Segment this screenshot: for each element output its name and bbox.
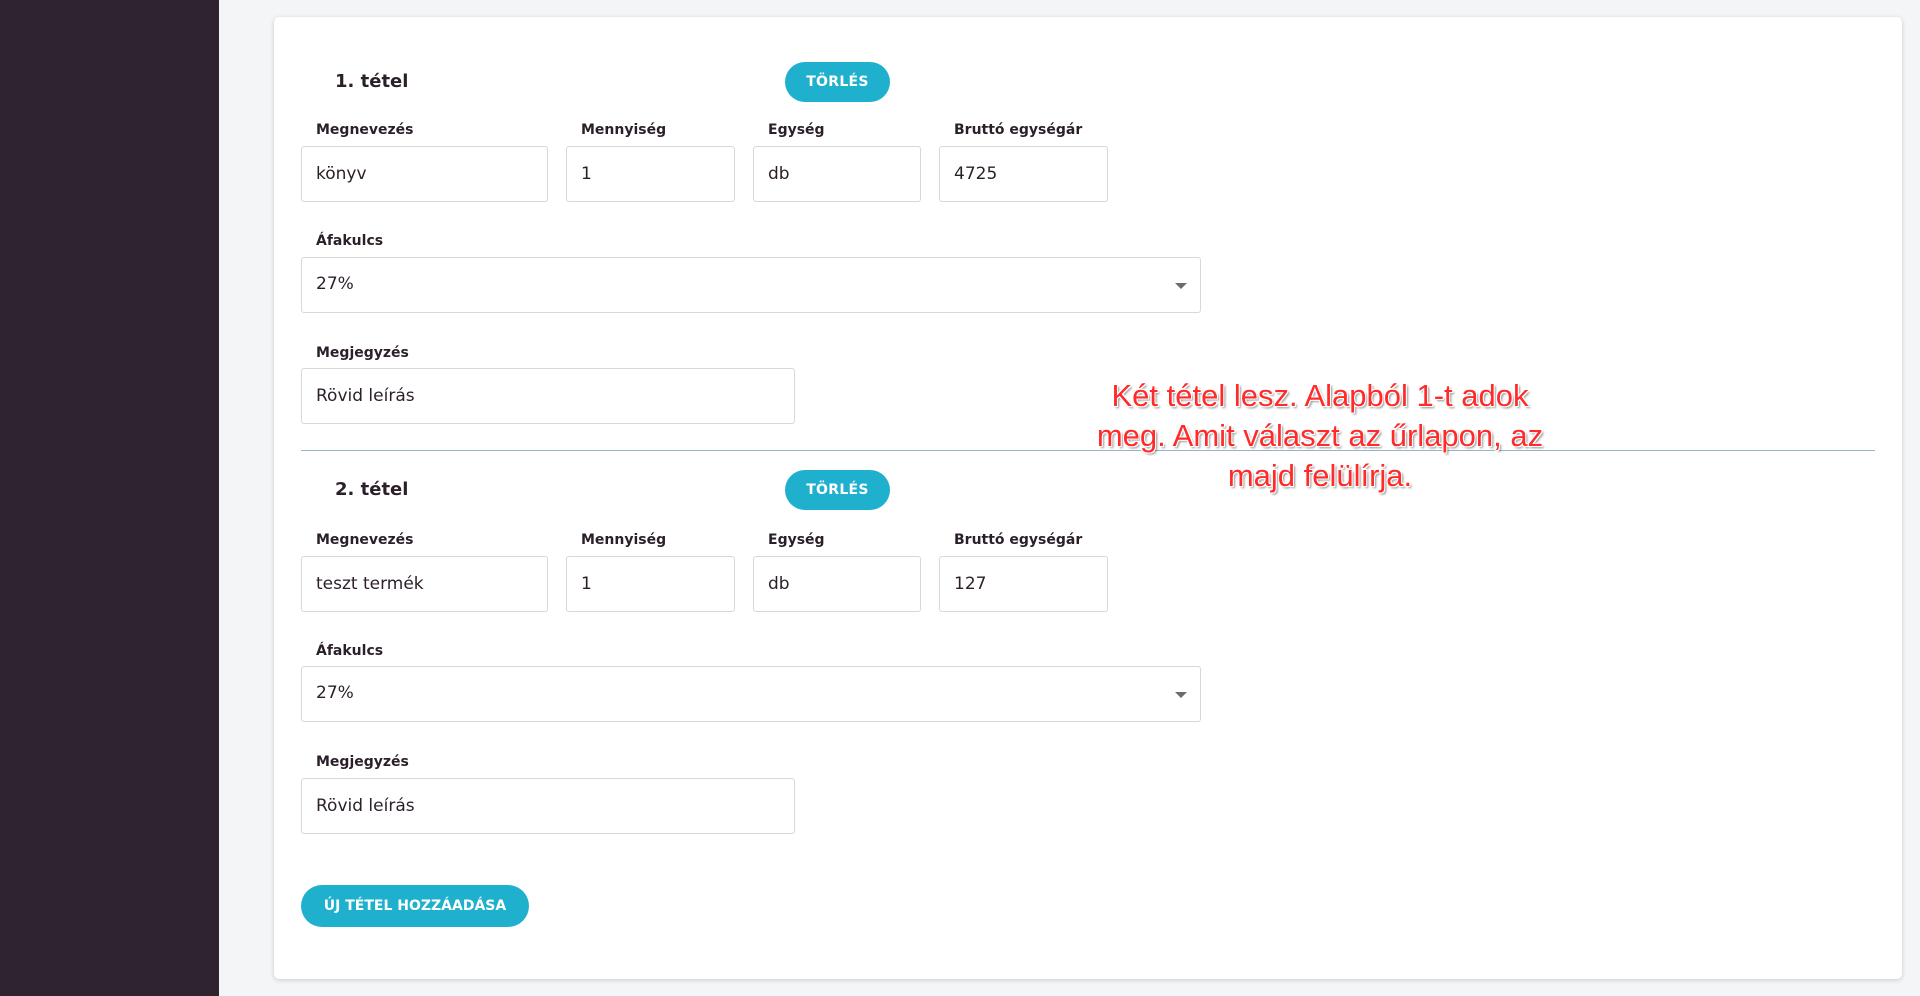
item-2-note-label: Megjegyzés: [316, 754, 409, 770]
caret-down-icon: [1175, 283, 1187, 289]
item-1-price-input[interactable]: [939, 146, 1108, 202]
item-1-name-input[interactable]: [301, 146, 548, 202]
item-2-price-input[interactable]: [939, 556, 1108, 612]
item-2-price-label: Bruttó egységár: [954, 532, 1083, 548]
item-1-unit-input[interactable]: [753, 146, 921, 202]
item-1-name-label: Megnevezés: [316, 122, 414, 138]
item-2-name-input[interactable]: [301, 556, 548, 612]
item-2-note-input[interactable]: [301, 778, 795, 834]
item-1-price-label: Bruttó egységár: [954, 122, 1083, 138]
item-2-vat-select[interactable]: 27%: [301, 666, 1201, 722]
item-2-unit-label: Egység: [768, 532, 825, 548]
item-2-title: 2. tétel: [335, 479, 409, 500]
item-1-qty-input[interactable]: [566, 146, 735, 202]
item-2-qty-label: Mennyiség: [581, 532, 667, 548]
item-1-vat-select[interactable]: 27%: [301, 257, 1201, 313]
item-1-note-label: Megjegyzés: [316, 345, 409, 361]
item-2-name-label: Megnevezés: [316, 532, 414, 548]
item-2-vat-label: Áfakulcs: [316, 643, 384, 659]
item-1-delete-button[interactable]: TÖRLÉS: [785, 62, 890, 102]
item-2-vat-value: 27%: [316, 683, 354, 703]
item-1-qty-label: Mennyiség: [581, 122, 667, 138]
item-1-vat-label: Áfakulcs: [316, 233, 384, 249]
item-1-vat-value: 27%: [316, 274, 354, 294]
add-item-button[interactable]: ÚJ TÉTEL HOZZÁADÁSA: [301, 885, 529, 927]
item-1-note-input[interactable]: [301, 368, 795, 424]
sidebar: [0, 0, 219, 996]
annotation-note: Két tétel lesz. Alapból 1-t adok meg. Am…: [1096, 378, 1544, 493]
item-2-unit-input[interactable]: [753, 556, 921, 612]
item-1-unit-label: Egység: [768, 122, 825, 138]
item-2-delete-button[interactable]: TÖRLÉS: [785, 470, 890, 510]
caret-down-icon: [1175, 692, 1187, 698]
item-1-title: 1. tétel: [335, 71, 409, 92]
item-2-qty-input[interactable]: [566, 556, 735, 612]
